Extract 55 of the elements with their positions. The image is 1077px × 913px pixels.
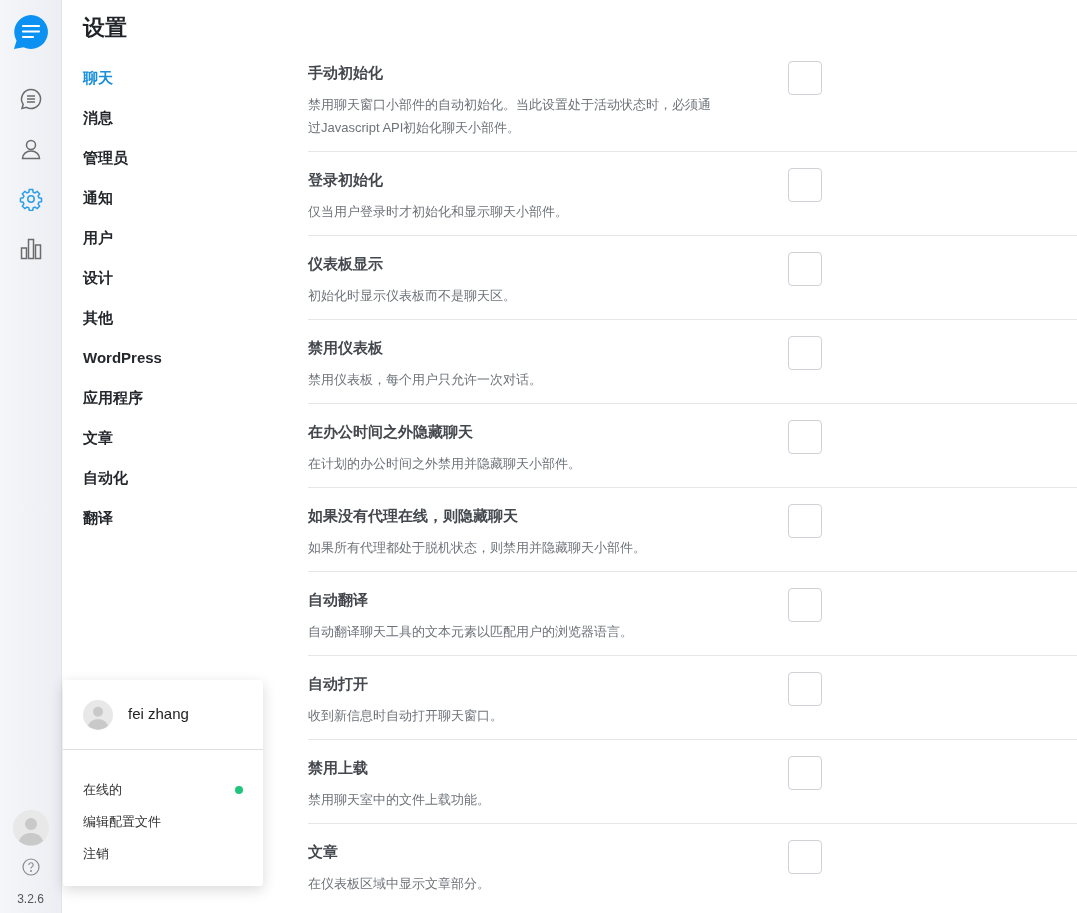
checkbox[interactable]: [788, 756, 822, 790]
bar-chart-icon[interactable]: [18, 237, 43, 261]
user-name: fei zhang: [128, 704, 189, 725]
setting-description: 禁用聊天室中的文件上载功能。: [308, 791, 491, 809]
nav-item[interactable]: WordPress: [83, 338, 162, 378]
nav-item[interactable]: 管理员: [83, 138, 128, 178]
checkbox[interactable]: [788, 61, 822, 95]
settings-icon[interactable]: [18, 187, 43, 211]
setting-description: 初始化时显示仪表板而不是聊天区。: [308, 287, 517, 305]
nav-item[interactable]: 应用程序: [83, 378, 143, 418]
checkbox[interactable]: [788, 252, 822, 286]
setting-description: 自动翻译聊天工具的文本元素以匹配用户的浏览器语言。: [308, 623, 634, 641]
setting-description: 在计划的办公时间之外禁用并隐藏聊天小部件。: [308, 455, 582, 473]
version-label: 3.2.6: [17, 891, 44, 908]
setting-description: 如果所有代理都处于脱机状态，则禁用并隐藏聊天小部件。: [308, 539, 647, 557]
setting-title: 仪表板显示: [308, 254, 384, 274]
nav-item[interactable]: 翻译: [83, 498, 113, 538]
nav-item[interactable]: 其他: [83, 298, 113, 338]
checkbox[interactable]: [788, 420, 822, 454]
checkbox[interactable]: [788, 168, 822, 202]
checkbox[interactable]: [788, 588, 822, 622]
setting-title: 文章: [308, 842, 339, 862]
chat-icon[interactable]: [18, 87, 43, 111]
nav-item[interactable]: 通知: [83, 178, 113, 218]
setting-description: 禁用仪表板，每个用户只允许一次对话。: [308, 371, 543, 389]
setting-title: 自动翻译: [308, 590, 369, 610]
avatar-button[interactable]: [12, 810, 49, 846]
setting-description: 仅当用户登录时才初始化和显示聊天小部件。: [308, 203, 569, 221]
setting-description: 禁用聊天窗口小部件的自动初始化。当此设置处于活动状态时，必须通过Javascript API初始化聊天小部件。: [308, 96, 712, 137]
menu-item[interactable]: 在线的: [83, 780, 122, 800]
setting-title: 禁用仪表板: [308, 338, 384, 358]
nav-item[interactable]: 用户: [83, 218, 113, 258]
nav-item[interactable]: 消息: [83, 98, 113, 138]
setting-title: 手动初始化: [308, 63, 384, 83]
setting-title: 在办公时间之外隐藏聊天: [308, 422, 474, 442]
nav-item[interactable]: 聊天: [83, 58, 113, 98]
checkbox[interactable]: [788, 336, 822, 370]
setting-title: 自动打开: [308, 674, 369, 694]
checkbox[interactable]: [788, 504, 822, 538]
checkbox[interactable]: [788, 840, 822, 874]
nav-item[interactable]: 设计: [83, 258, 113, 298]
page-title: 设置: [83, 14, 128, 42]
checkbox[interactable]: [788, 672, 822, 706]
logo-icon[interactable]: [12, 14, 49, 50]
help-icon[interactable]: [21, 858, 40, 876]
setting-title: 如果没有代理在线，则隐藏聊天: [308, 506, 519, 526]
nav-item[interactable]: 自动化: [83, 458, 128, 498]
setting-description: 收到新信息时自动打开聊天窗口。: [308, 707, 504, 725]
avatar: [83, 699, 113, 730]
setting-title: 登录初始化: [308, 170, 384, 190]
setting-title: 禁用上载: [308, 758, 369, 778]
menu-item[interactable]: 编辑配置文件: [83, 812, 161, 832]
nav-item[interactable]: 文章: [83, 418, 113, 458]
menu-item[interactable]: 注销: [83, 844, 109, 864]
setting-description: 在仪表板区域中显示文章部分。: [308, 875, 491, 893]
